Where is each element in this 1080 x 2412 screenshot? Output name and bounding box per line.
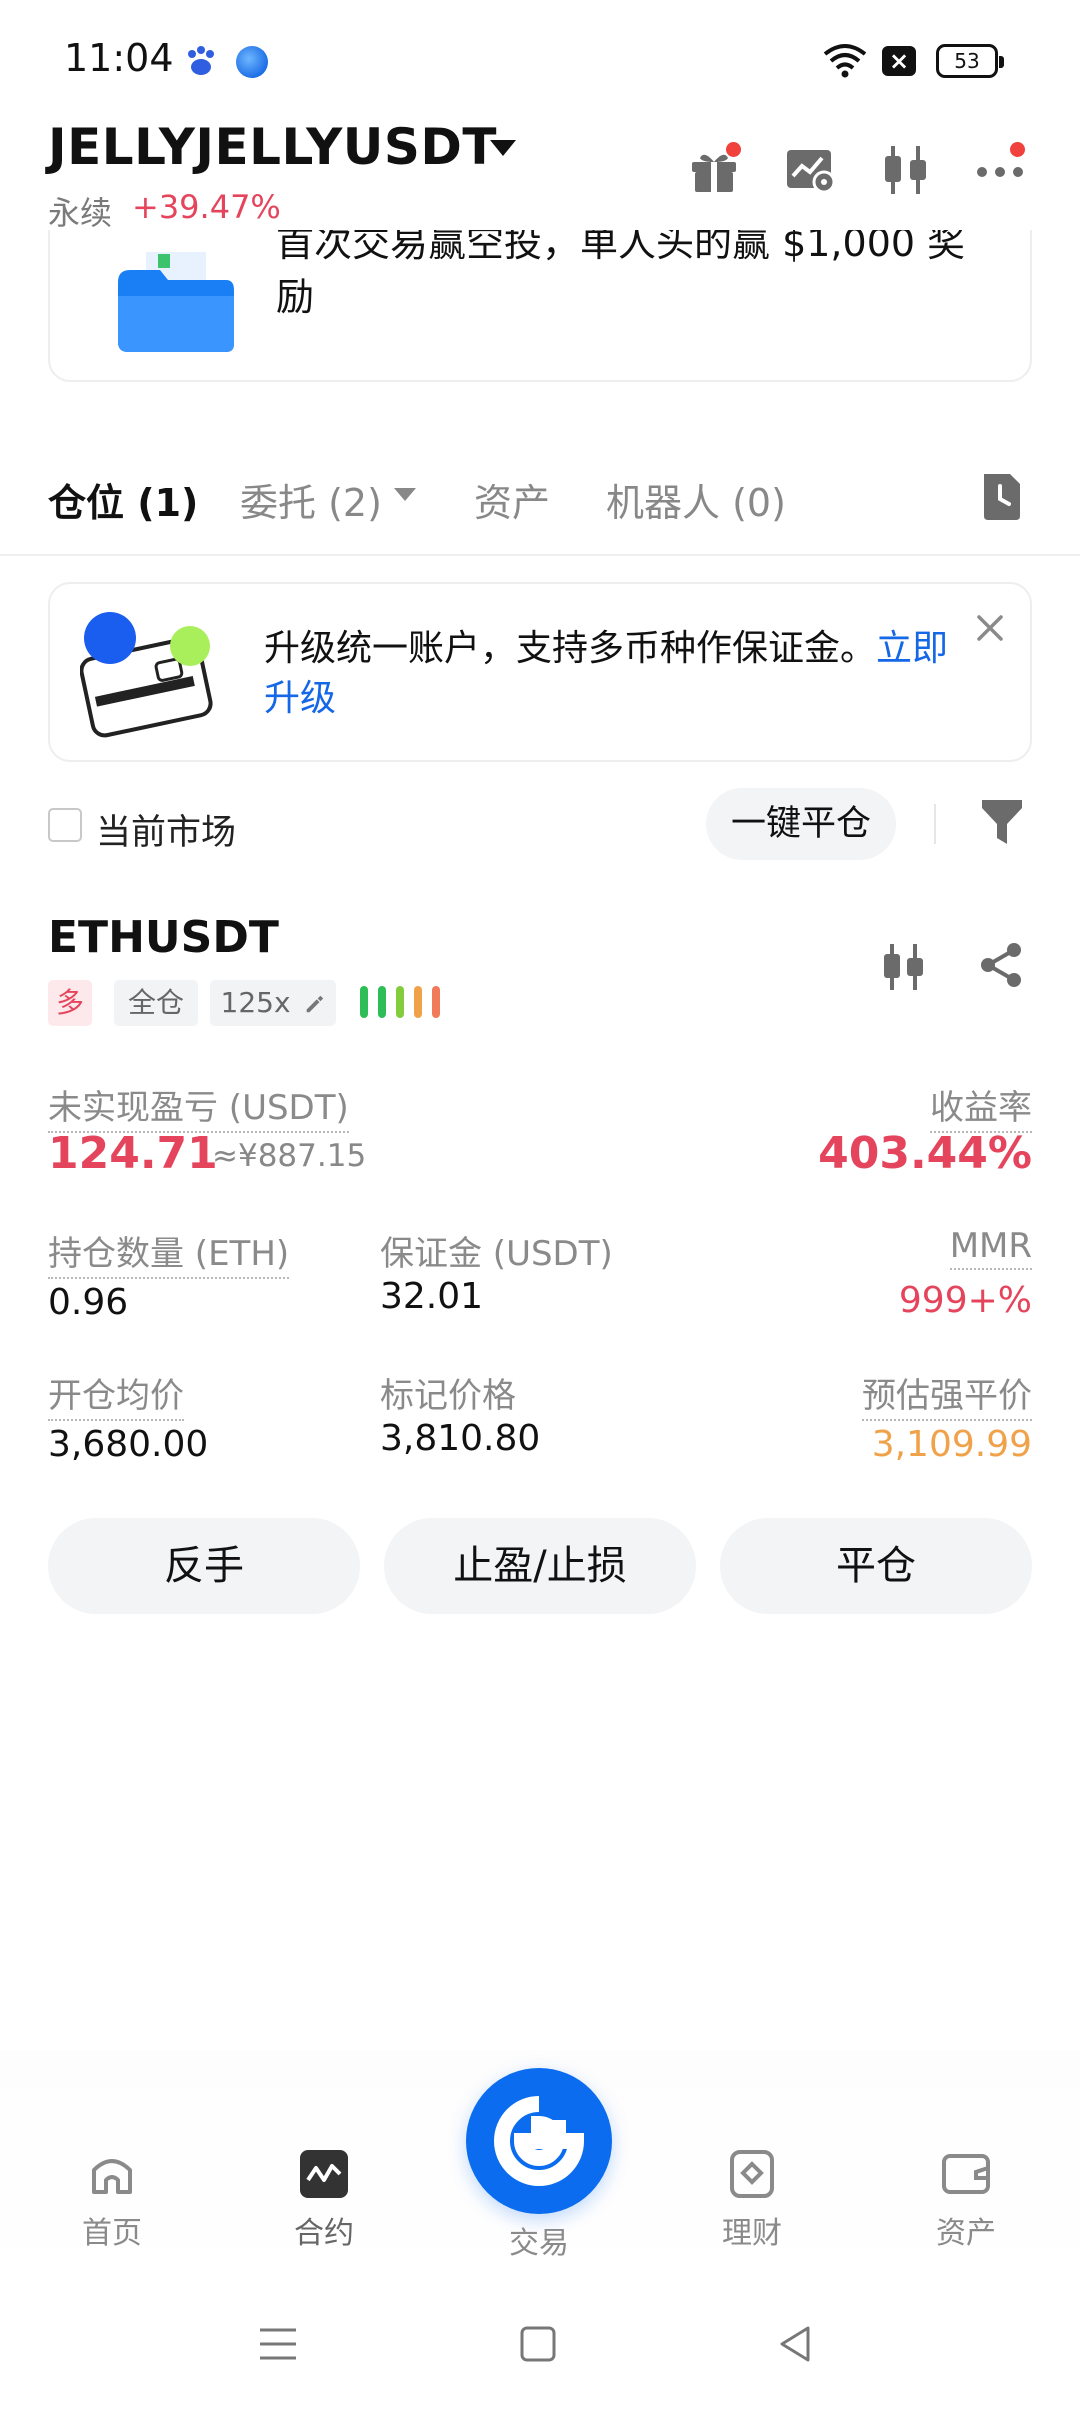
side-badge: 多 [48,980,92,1026]
upgrade-text: 升级统一账户，支持多币种作保证金。立即升级 [264,628,949,719]
promo-banner[interactable]: 首次交易赢空投，单人头的赢 $1,000 奖励 [48,230,1032,382]
size-label[interactable]: 持仓数量 (ETH) [48,1226,290,1279]
futures-icon [300,2150,348,2198]
home-icon [92,2159,132,2194]
filter-icon[interactable] [978,796,1026,848]
mark-price-value: 3,810.80 [380,1418,541,1459]
tab-positions[interactable]: 仓位 (1) [48,472,198,527]
contract-type: 永续 [48,194,113,232]
current-market-label: 当前市场 [96,813,237,853]
mmr-label[interactable]: MMR [949,1226,1032,1270]
upnl-label[interactable]: 未实现盈亏 (USDT) [48,1080,349,1133]
mmr-value: 999+% [898,1280,1032,1321]
wallet-icon [942,2154,990,2194]
nav-trade-label: 交易 [509,2226,569,2261]
liq-price-label[interactable]: 预估强平价 [862,1368,1032,1421]
status-time: 11:04 [64,36,174,80]
divider [934,804,936,844]
promo-text: 首次交易赢空投，单人头的赢 $1,000 奖励 [276,230,966,319]
home-square-icon[interactable] [516,2322,560,2366]
margin-mode-badge: 全仓 [114,980,198,1026]
chart-settings-icon[interactable] [782,142,838,198]
mark-price-label: 标记价格 [380,1376,516,1416]
reverse-button[interactable]: 反手 [48,1518,360,1614]
menu-icon[interactable] [256,2322,300,2366]
size-value: 0.96 [48,1282,129,1323]
baidu-icon [188,46,214,75]
tab-bots[interactable]: 机器人 (0) [606,472,786,527]
nav-home[interactable]: 首页 [32,2148,192,2252]
divider [0,554,1080,556]
earn-icon [730,2150,774,2198]
trade-logo-icon [494,2096,585,2186]
trade-button[interactable] [466,2068,612,2214]
upgrade-banner[interactable]: 升级统一账户，支持多币种作保证金。立即升级 [48,582,1032,762]
notification-dot [726,142,741,157]
nav-assets[interactable]: 资产 [886,2148,1046,2252]
edit-icon[interactable] [303,993,325,1015]
chevron-down-icon[interactable] [490,140,516,156]
liq-price-value: 3,109.99 [871,1424,1032,1465]
notification-dot [1010,142,1025,157]
roe-label[interactable]: 收益率 [930,1080,1032,1133]
tpsl-button[interactable]: 止盈/止损 [384,1518,696,1614]
pair-title[interactable]: JELLYJELLYUSDT [48,118,497,176]
battery-icon: 53 [936,44,1004,78]
nav-earn[interactable]: 理财 [672,2148,832,2252]
nav-futures[interactable]: 合约 [244,2148,404,2252]
current-market-checkbox[interactable] [48,808,82,842]
close-icon[interactable] [970,608,1010,648]
upnl-cny-value: ≈¥887.15 [212,1138,367,1174]
wifi-icon [823,44,867,78]
close-all-button[interactable]: 一键平仓 [706,788,896,860]
tab-orders[interactable]: 委托 (2) [240,472,382,527]
roe-value: 403.44% [818,1128,1032,1179]
app-icon [236,46,268,78]
wallet-illustration-icon [80,612,213,738]
risk-level-indicator [360,986,440,1018]
upnl-value: 124.71 [48,1128,218,1179]
close-position-button[interactable]: 平仓 [720,1518,1032,1614]
chevron-down-icon[interactable] [394,488,416,501]
margin-value: 32.01 [380,1276,484,1317]
folder-icon [118,252,234,352]
price-change: +39.47% [132,188,281,226]
history-icon[interactable] [978,470,1026,522]
back-icon[interactable] [774,2322,818,2366]
tab-assets[interactable]: 资产 [474,472,550,527]
candlestick-icon[interactable] [878,142,934,198]
candlestick-icon[interactable] [880,940,928,994]
margin-label: 保证金 (USDT) [380,1234,613,1274]
share-icon[interactable] [978,940,1024,990]
position-symbol[interactable]: ETHUSDT [48,912,279,963]
entry-price-value: 3,680.00 [48,1424,209,1465]
entry-price-label[interactable]: 开仓均价 [48,1368,184,1421]
leverage-badge[interactable]: 125x [210,980,336,1026]
x-icon: × [882,46,916,76]
